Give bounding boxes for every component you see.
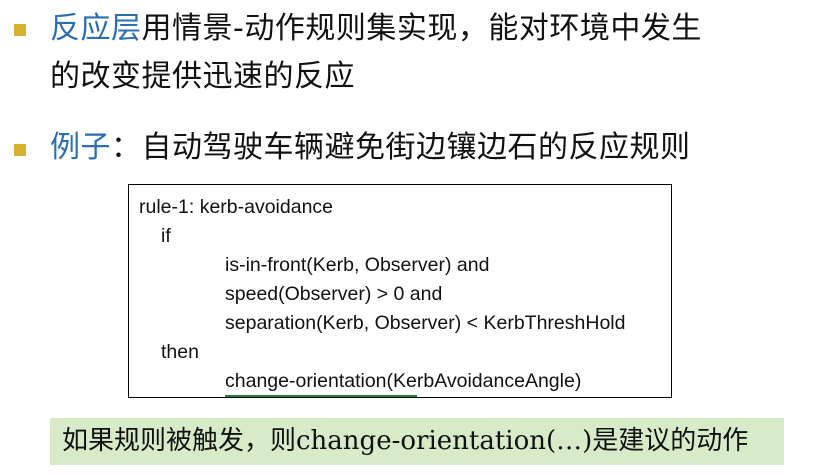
- rule-if-keyword: if: [161, 225, 171, 247]
- bullet-1-highlight: 反应层: [50, 11, 142, 46]
- bullet-marker-1: [14, 24, 26, 36]
- rule-box: rule-1: kerb-avoidance if is-in-front(Ke…: [128, 184, 672, 398]
- rule-then-keyword: then: [161, 341, 199, 363]
- bullet-marker-2: [14, 144, 26, 156]
- rule-action-args: (KerbAvoidanceAngle): [386, 370, 582, 392]
- bullet-2-text: ：自动驾驶车辆避免街边镶边石的反应规则: [111, 130, 691, 165]
- bullet-1-line-1: 反应层用情景-动作规则集实现，能对环境中发生: [50, 9, 702, 49]
- rule-action-name: change-orientation: [225, 370, 387, 392]
- rule-header: rule-1: kerb-avoidance: [139, 196, 334, 218]
- rule-condition-3: separation(Kerb, Observer) < KerbThreshH…: [225, 312, 626, 334]
- rule-condition-1: is-in-front(Kerb, Observer) and: [225, 254, 490, 276]
- action-underline: [225, 395, 417, 397]
- note-callout: 如果规则被触发，则change-orientation(…)是建议的动作: [50, 418, 784, 465]
- bullet-1-line-2: 的改变提供迅速的反应: [50, 59, 355, 94]
- rule-condition-2: speed(Observer) > 0 and: [225, 283, 443, 305]
- bullet-1-text: 用情景-动作规则集实现，能对环境中发生: [141, 11, 702, 46]
- rule-action: change-orientation(KerbAvoidanceAngle): [225, 369, 581, 393]
- bullet-2-line: 例子：自动驾驶车辆避免街边镶边石的反应规则: [50, 128, 691, 168]
- bullet-2-highlight: 例子: [50, 130, 111, 165]
